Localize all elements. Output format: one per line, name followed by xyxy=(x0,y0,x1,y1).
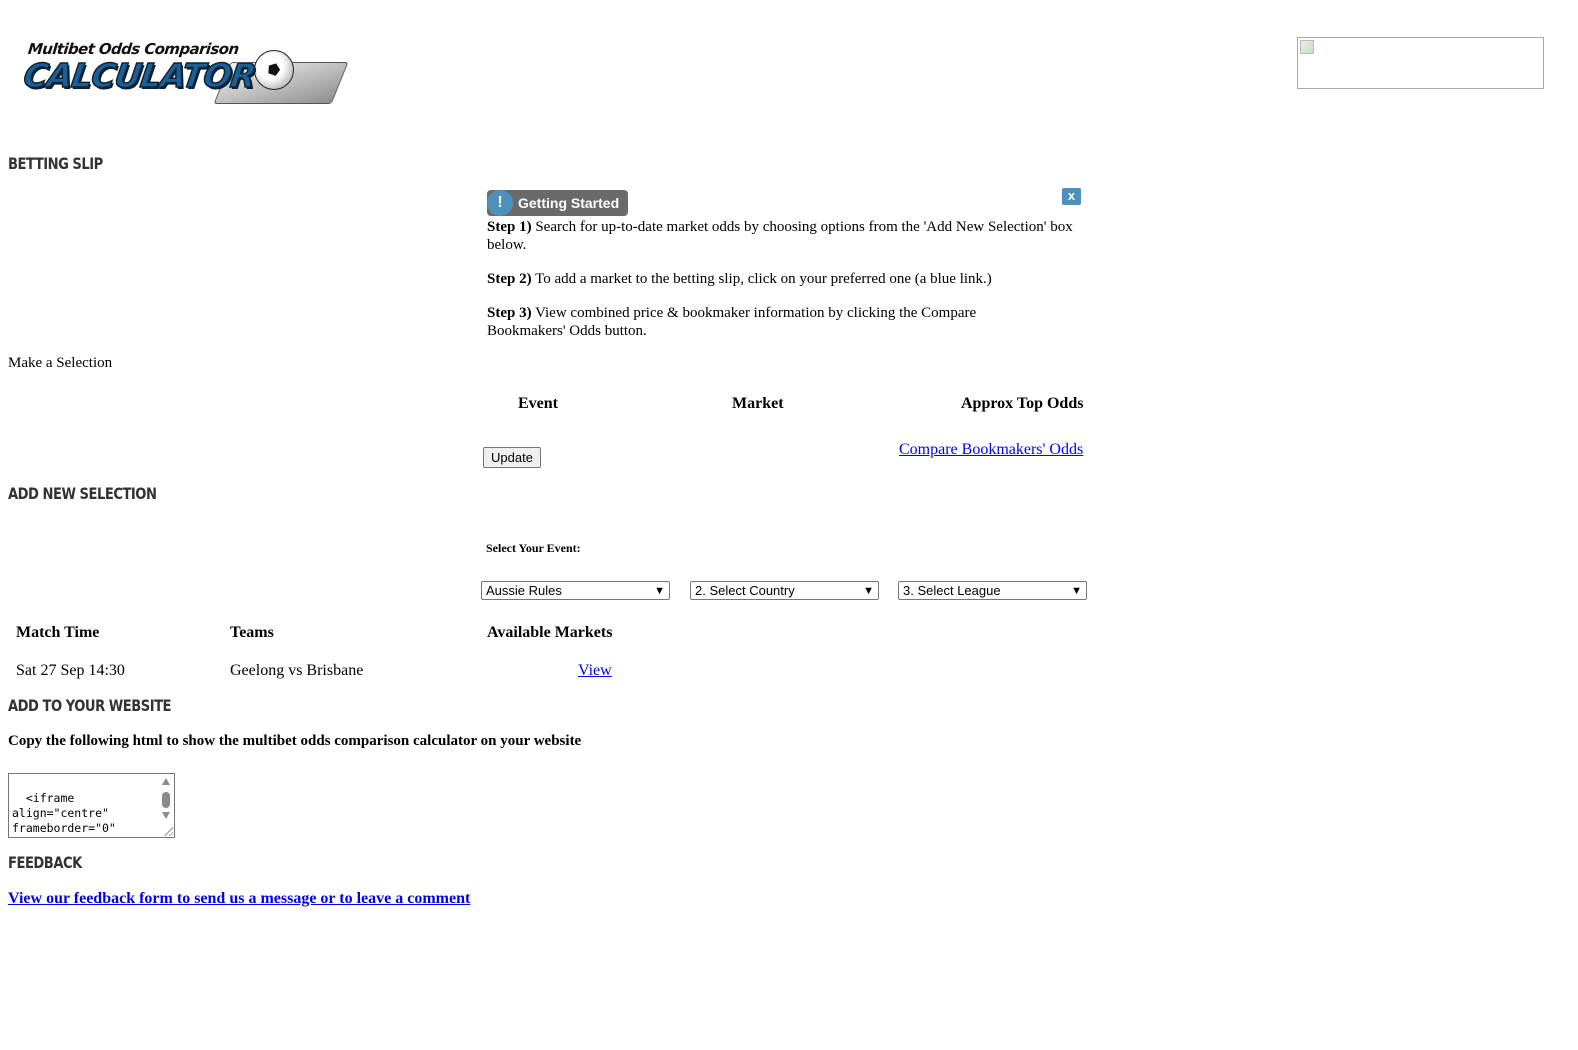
select-event-label: Select Your Event: xyxy=(486,541,581,555)
chevron-down-icon: ▼ xyxy=(1071,585,1082,597)
sport-select-value: Aussie Rules xyxy=(486,583,562,598)
embed-code-textarea[interactable]: <iframe align="centre" frameborder="0" s… xyxy=(8,773,175,838)
column-event: Event xyxy=(518,395,558,412)
chevron-down-icon: ▼ xyxy=(654,585,665,597)
embed-code-text: <iframe align="centre" frameborder="0" s… xyxy=(12,791,116,837)
step-2-label: Step 2) xyxy=(487,271,532,287)
step-1-label: Step 1) xyxy=(487,219,532,235)
soccer-ball-icon xyxy=(254,50,294,90)
compare-bookmakers-odds-link[interactable]: Compare Bookmakers' Odds xyxy=(899,441,1083,459)
column-available-markets: Available Markets xyxy=(487,624,613,641)
country-select[interactable]: 2. Select Country ▼ xyxy=(690,581,879,600)
getting-started-label: Getting Started xyxy=(518,195,620,211)
step-1: Step 1) Search for up-to-date market odd… xyxy=(487,218,1087,254)
column-approx-top-odds: Approx Top Odds xyxy=(961,395,1084,412)
textarea-scrollbar[interactable] xyxy=(160,776,172,826)
step-2: Step 2) To add a market to the betting s… xyxy=(487,270,1087,288)
step-3-text: View combined price & bookmaker informat… xyxy=(487,305,977,339)
step-1-text: Search for up-to-date market odds by cho… xyxy=(487,219,1073,253)
teams-cell: Geelong vs Brisbane xyxy=(230,662,364,679)
column-teams: Teams xyxy=(230,624,274,641)
update-button[interactable]: Update xyxy=(483,447,541,468)
league-select-value: 3. Select League xyxy=(903,583,1001,598)
column-market: Market xyxy=(732,395,784,412)
chevron-down-icon: ▼ xyxy=(863,585,874,597)
step-3-label: Step 3) xyxy=(487,305,532,321)
exclamation-icon: ! xyxy=(487,190,513,216)
league-select[interactable]: 3. Select League ▼ xyxy=(898,581,1087,600)
close-getting-started-button[interactable]: x xyxy=(1062,188,1081,205)
scroll-up-icon[interactable] xyxy=(162,778,170,785)
ad-banner[interactable] xyxy=(1297,37,1544,89)
betting-slip-heading: BETTING SLIP xyxy=(8,154,103,173)
country-select-value: 2. Select Country xyxy=(695,583,795,598)
make-selection-label: Make a Selection xyxy=(8,355,113,371)
column-match-time: Match Time xyxy=(16,624,100,641)
site-logo: Multibet Odds Comparison CALCULATOR xyxy=(21,14,349,110)
logo-title: CALCULATOR xyxy=(21,55,259,96)
getting-started-badge: ! Getting Started xyxy=(487,190,628,216)
embed-instruction: Copy the following html to show the mult… xyxy=(8,733,582,749)
resize-grip-icon[interactable] xyxy=(163,826,173,836)
feedback-form-link[interactable]: View our feedback form to send us a mess… xyxy=(8,890,470,908)
add-to-website-heading: ADD TO YOUR WEBSITE xyxy=(8,696,172,715)
view-markets-link[interactable]: View xyxy=(578,662,612,680)
add-new-selection-heading: ADD NEW SELECTION xyxy=(8,484,157,503)
step-2-text: To add a market to the betting slip, cli… xyxy=(531,271,992,287)
scroll-thumb[interactable] xyxy=(162,792,170,808)
feedback-heading: FEEDBACK xyxy=(8,853,82,872)
broken-image-icon xyxy=(1300,40,1314,54)
step-3: Step 3) View combined price & bookmaker … xyxy=(487,304,1047,340)
sport-select[interactable]: Aussie Rules ▼ xyxy=(481,581,670,600)
match-time-cell: Sat 27 Sep 14:30 xyxy=(16,662,125,679)
scroll-down-icon[interactable] xyxy=(162,812,170,819)
